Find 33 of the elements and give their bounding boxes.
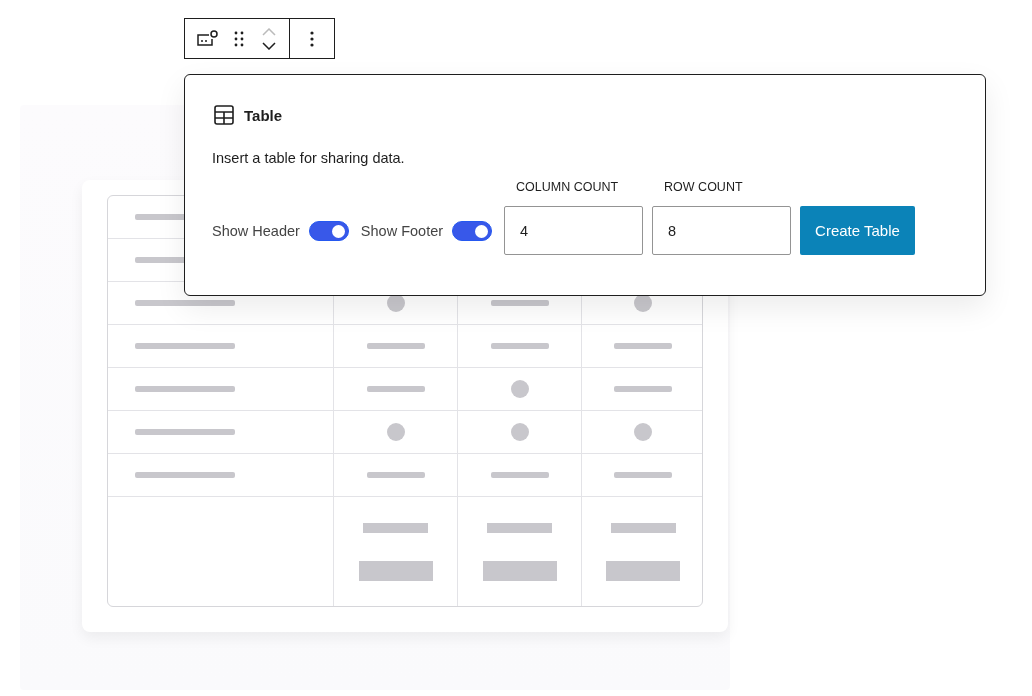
create-table-button[interactable]: Create Table xyxy=(800,206,915,255)
placeholder-bar xyxy=(490,472,549,478)
placeholder-bar xyxy=(487,522,552,533)
placeholder-bar xyxy=(610,522,676,533)
field-label: ROW COUNT xyxy=(663,180,744,194)
placeholder-dot xyxy=(510,423,529,441)
placeholder-bar xyxy=(490,343,549,349)
placeholder-bar xyxy=(614,343,672,349)
chevron-down-icon xyxy=(262,41,276,50)
number-field[interactable]: 4 xyxy=(504,206,644,255)
block-description: Insert a table for sharing data. xyxy=(212,150,406,166)
placeholder-dot xyxy=(510,380,529,398)
placeholder-bar xyxy=(366,343,425,349)
table-icon xyxy=(212,103,236,127)
toggle-switch[interactable] xyxy=(452,221,493,241)
drag-handle-icon xyxy=(234,30,244,47)
placeholder-bar xyxy=(490,300,549,306)
placeholder-dot xyxy=(634,423,652,441)
field-label: COLUMN COUNT xyxy=(515,180,620,194)
toggle-label: Show Footer xyxy=(360,223,444,239)
toggle-label: Show Header xyxy=(212,223,300,239)
placeholder-bar xyxy=(614,472,672,478)
placeholder-dot xyxy=(386,423,405,441)
more-vertical-icon xyxy=(310,30,314,47)
block-title: Table xyxy=(244,106,283,124)
toggle-switch[interactable] xyxy=(308,221,349,241)
chevron-up-icon xyxy=(262,27,276,36)
placeholder-bar xyxy=(363,522,428,533)
placeholder-bar xyxy=(366,472,425,478)
number-field[interactable]: 8 xyxy=(652,206,792,255)
block-icon xyxy=(195,28,219,49)
placeholder-bar xyxy=(366,386,425,392)
placeholder-bar xyxy=(614,386,672,392)
